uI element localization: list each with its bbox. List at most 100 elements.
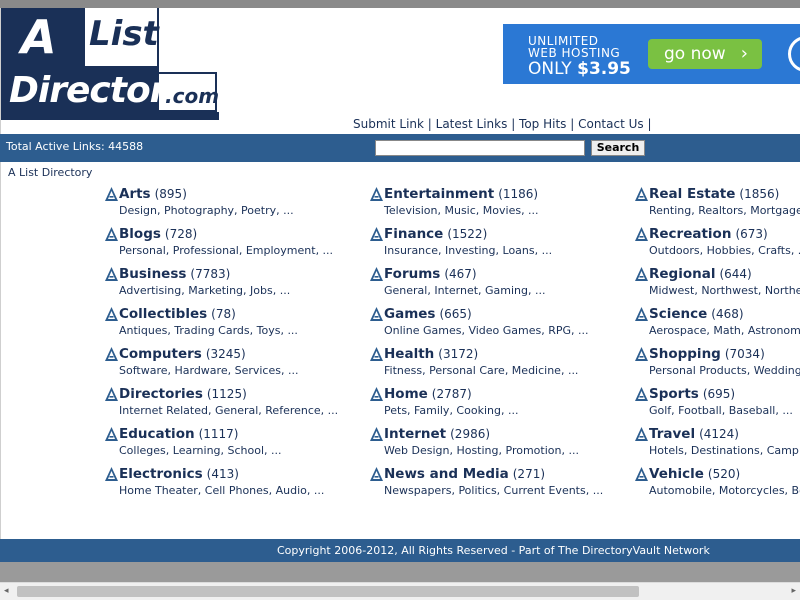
category-directories: Directories (1125) Internet Related, Gener… [105,386,365,426]
subcategory-links[interactable]: Newspapers, Politics, Current Events, ..… [384,484,603,497]
category-link[interactable]: Internet (2986) [384,426,490,442]
category-name[interactable]: Business [119,266,186,282]
subcategory-links[interactable]: Aerospace, Math, Astronom [649,324,800,337]
ad-price-line: ONLY $3.95 [528,59,631,79]
scrollbar-thumb[interactable] [17,586,639,597]
subcategory-links[interactable]: Fitness, Personal Care, Medicine, ... [384,364,578,377]
category-link[interactable]: Vehicle (520) [649,466,740,482]
subcategory-links[interactable]: Personal, Professional, Employment, ... [119,244,333,257]
category-entertainment: Entertainment (1186) Television, Music, Mo… [370,186,630,226]
subcategory-links[interactable]: General, Internet, Gaming, ... [384,284,546,297]
category-internet: Internet (2986) Web Design, Hosting, Promo… [370,426,630,466]
category-link[interactable]: Finance (1522) [384,226,487,242]
category-link[interactable]: Directories (1125) [119,386,247,402]
subcategory-links[interactable]: Software, Hardware, Services, ... [119,364,298,377]
category-link[interactable]: Health (3172) [384,346,478,362]
category-name[interactable]: Travel [649,426,695,442]
category-name[interactable]: Collectibles [119,306,207,322]
category-name[interactable]: Games [384,306,435,322]
ad-price: $3.95 [577,59,631,79]
search-button[interactable]: Search [591,140,645,156]
category-name[interactable]: Blogs [119,226,161,242]
category-link[interactable]: News and Media (271) [384,466,545,482]
category-link[interactable]: Electronics (413) [119,466,239,482]
category-name[interactable]: Shopping [649,346,721,362]
category-link[interactable]: Entertainment (1186) [384,186,538,202]
subcategory-links[interactable]: Colleges, Learning, School, ... [119,444,282,457]
directory-a-icon [370,386,384,401]
category-link[interactable]: Shopping (7034) [649,346,765,362]
category-link[interactable]: Blogs (728) [119,226,197,242]
category-name[interactable]: Arts [119,186,151,202]
subcategory-links[interactable]: Automobile, Motorcycles, Bo [649,484,800,497]
subcategory-links[interactable]: Insurance, Investing, Loans, ... [384,244,552,257]
site-logo[interactable]: A List Directory .com [1,8,219,120]
subcategory-links[interactable]: Online Games, Video Games, RPG, ... [384,324,589,337]
directory-a-icon [105,386,119,401]
category-link[interactable]: Games (665) [384,306,472,322]
category-name[interactable]: News and Media [384,466,509,482]
nav-contact-us[interactable]: Contact Us [578,117,644,131]
subcategory-links[interactable]: Home Theater, Cell Phones, Audio, ... [119,484,324,497]
category-name[interactable]: Directories [119,386,203,402]
subcategory-links[interactable]: Design, Photography, Poetry, ... [119,204,294,217]
category-name[interactable]: Entertainment [384,186,494,202]
subcategory-links[interactable]: Midwest, Northwest, Northe [649,284,800,297]
category-name[interactable]: Health [384,346,434,362]
subcategory-links[interactable]: Television, Music, Movies, ... [384,204,539,217]
ad-button-label: go now [664,44,726,64]
category-computers: Computers (3245) Software, Hardware, Servi… [105,346,365,386]
scroll-right-arrow-icon[interactable]: ▸ [791,586,796,596]
category-name[interactable]: Regional [649,266,715,282]
subcategory-links[interactable]: Outdoors, Hobbies, Crafts, ... [649,244,800,257]
category-link[interactable]: Forums (467) [384,266,477,282]
category-name[interactable]: Vehicle [649,466,704,482]
category-link[interactable]: Computers (3245) [119,346,246,362]
subcategory-links[interactable]: Golf, Football, Baseball, ... [649,404,793,417]
category-name[interactable]: Sports [649,386,699,402]
nav-submit-link[interactable]: Submit Link [353,117,424,131]
category-link[interactable]: Business (7783) [119,266,230,282]
hosting-ad-banner[interactable]: UNLIMITED WEB HOSTING ONLY $3.95 go now › [503,24,800,84]
subcategory-links[interactable]: Hotels, Destinations, Camp [649,444,799,457]
nav-top-hits[interactable]: Top Hits [519,117,566,131]
category-link[interactable]: Real Estate (1856) [649,186,779,202]
subcategory-links[interactable]: Antiques, Trading Cards, Toys, ... [119,324,298,337]
subcategory-links[interactable]: Internet Related, General, Reference, ..… [119,404,338,417]
breadcrumb[interactable]: A List Directory [8,166,92,179]
category-name[interactable]: Forums [384,266,440,282]
subcategory-links[interactable]: Personal Products, Wedding [649,364,800,377]
category-name[interactable]: Recreation [649,226,731,242]
category-link[interactable]: Collectibles (78) [119,306,236,322]
subcategory-links[interactable]: Web Design, Hosting, Promotion, ... [384,444,579,457]
category-name[interactable]: Science [649,306,707,322]
category-link[interactable]: Science (468) [649,306,744,322]
category-name[interactable]: Home [384,386,428,402]
nav-latest-links[interactable]: Latest Links [436,117,508,131]
category-name[interactable]: Education [119,426,195,442]
scroll-left-arrow-icon[interactable]: ◂ [4,586,9,596]
subcategory-links[interactable]: Pets, Family, Cooking, ... [384,404,518,417]
category-name[interactable]: Internet [384,426,446,442]
category-link[interactable]: Sports (695) [649,386,735,402]
search-input[interactable] [375,140,585,156]
category-link[interactable]: Arts (895) [119,186,187,202]
subcategory-links[interactable]: Renting, Realtors, Mortgage [649,204,800,217]
category-link[interactable]: Travel (4124) [649,426,739,442]
category-education: Education (1117) Colleges, Learning, Schoo… [105,426,365,466]
directory-a-icon [370,266,384,281]
directory-a-icon [370,186,384,201]
subcategory-links[interactable]: Advertising, Marketing, Jobs, ... [119,284,290,297]
category-name[interactable]: Electronics [119,466,203,482]
directory-a-icon [370,426,384,441]
category-link[interactable]: Home (2787) [384,386,472,402]
category-link[interactable]: Recreation (673) [649,226,768,242]
horizontal-scrollbar[interactable]: ◂ ▸ [0,582,800,600]
category-link[interactable]: Education (1117) [119,426,238,442]
category-name[interactable]: Finance [384,226,443,242]
category-link[interactable]: Regional (644) [649,266,752,282]
ad-go-now-button[interactable]: go now › [648,39,762,69]
category-collectibles: Collectibles (78) Antiques, Trading Cards,… [105,306,365,346]
category-name[interactable]: Real Estate [649,186,735,202]
category-name[interactable]: Computers [119,346,202,362]
